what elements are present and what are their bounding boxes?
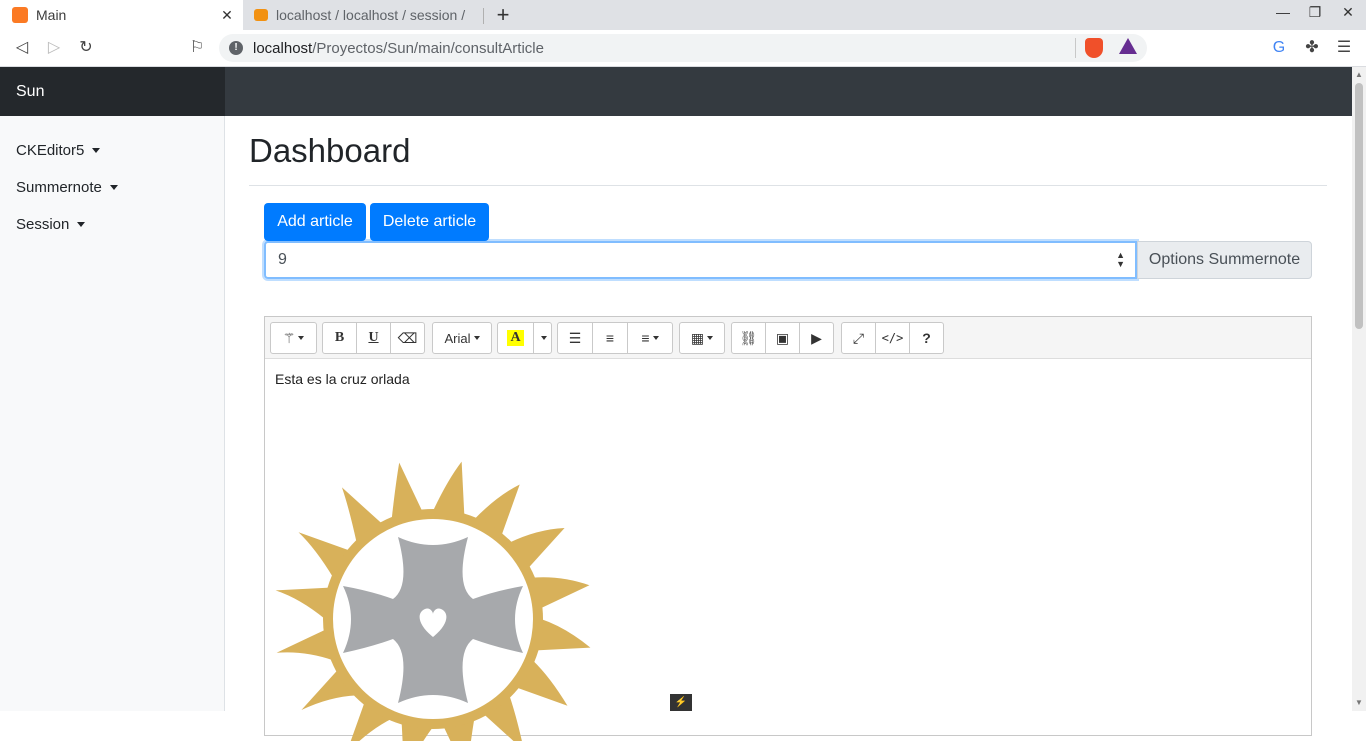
underline-icon[interactable]: U bbox=[356, 322, 391, 354]
editor-toolbar: ⚚ B U ⌫ Arial A ☰ ≡ ≡ ▦ ⛓ ▣ ▶ ⤢ </> ? bbox=[265, 317, 1311, 359]
minimize-icon[interactable]: — bbox=[1271, 4, 1295, 20]
add-article-button[interactable]: Add article bbox=[264, 203, 366, 241]
caret-down-icon bbox=[92, 148, 101, 153]
help-icon[interactable]: ? bbox=[909, 322, 944, 354]
divider bbox=[249, 185, 1327, 186]
phpmyadmin-icon bbox=[254, 9, 268, 21]
close-tab-icon[interactable]: ✕ bbox=[217, 7, 237, 24]
brave-rewards-icon[interactable] bbox=[1119, 38, 1137, 54]
sidebar-item-summernote[interactable]: Summernote bbox=[16, 179, 118, 196]
eraser-icon[interactable]: ⌫ bbox=[390, 322, 425, 354]
extensions-icon[interactable]: ✤ bbox=[1301, 37, 1323, 59]
bold-icon[interactable]: B bbox=[322, 322, 357, 354]
new-tab-icon[interactable]: + bbox=[492, 3, 514, 27]
fullscreen-icon[interactable]: ⤢ bbox=[841, 322, 876, 354]
summernote-editor: ⚚ B U ⌫ Arial A ☰ ≡ ≡ ▦ ⛓ ▣ ▶ ⤢ </> ? Es… bbox=[264, 316, 1312, 741]
caret-down-icon bbox=[109, 185, 118, 190]
select-arrows-icon: ▲ ▼ bbox=[1116, 250, 1125, 269]
unordered-list-icon[interactable]: ☰ bbox=[557, 322, 593, 354]
brave-shields-icon[interactable] bbox=[1085, 38, 1103, 58]
link-icon[interactable]: ⛓ bbox=[731, 322, 766, 354]
style-magic-icon[interactable]: ⚚ bbox=[270, 322, 317, 354]
brand[interactable]: Sun bbox=[0, 67, 225, 116]
code-view-icon[interactable]: </> bbox=[875, 322, 910, 354]
orle-ray bbox=[433, 461, 465, 516]
floating-tool-icon[interactable]: ⚡ bbox=[670, 694, 692, 711]
tab-separator bbox=[483, 8, 484, 24]
article-select[interactable]: 9 ▲ ▼ bbox=[264, 241, 1137, 279]
omnibox-separator bbox=[1075, 38, 1076, 58]
address-bar[interactable]: ! localhost/Proyectos/Sun/main/consultAr… bbox=[219, 34, 1147, 62]
tab-phpmyadmin[interactable]: localhost / localhost / session / bbox=[244, 0, 482, 30]
scroll-thumb[interactable] bbox=[1355, 83, 1363, 329]
orle-ray bbox=[536, 619, 591, 651]
tab-title: localhost / localhost / session / bbox=[276, 7, 466, 23]
scroll-down-icon[interactable]: ▼ bbox=[1355, 698, 1363, 707]
sidebar-item-ckeditor5[interactable]: CKEditor5 bbox=[16, 142, 101, 159]
highlight-icon[interactable]: A bbox=[497, 322, 534, 354]
page-scrollbar[interactable]: ▲ ▼ bbox=[1352, 67, 1366, 711]
reload-icon[interactable]: ↻ bbox=[74, 37, 98, 59]
editor-content-text[interactable]: Esta es la cruz orlada bbox=[275, 371, 410, 387]
paragraph-align-icon[interactable]: ≡ bbox=[627, 322, 673, 354]
cruz-orlada-image[interactable] bbox=[273, 441, 593, 741]
sidebar-item-session[interactable]: Session bbox=[16, 216, 86, 233]
scroll-up-icon[interactable]: ▲ bbox=[1355, 70, 1363, 79]
restore-icon[interactable]: ❐ bbox=[1303, 4, 1327, 21]
browser-nav-bar: ◁ ▷ ↻ ⚐ ! localhost/Proyectos/Sun/main/c… bbox=[0, 30, 1366, 67]
delete-article-button[interactable]: Delete article bbox=[370, 203, 489, 241]
sidebar-item-label: CKEditor5 bbox=[16, 142, 85, 159]
sidebar-item-label: Summernote bbox=[16, 179, 102, 196]
sidebar: CKEditor5 Summernote Session bbox=[0, 116, 225, 711]
xampp-icon bbox=[12, 7, 28, 23]
forward-icon[interactable]: ▷ bbox=[42, 37, 66, 59]
article-select-value: 9 bbox=[278, 251, 287, 268]
browser-tab-bar: Main ✕ localhost / localhost / session /… bbox=[0, 0, 1366, 30]
font-name-label: Arial bbox=[444, 330, 471, 346]
tab-main[interactable]: Main ✕ bbox=[0, 0, 243, 30]
ordered-list-icon[interactable]: ≡ bbox=[592, 322, 628, 354]
site-info-icon[interactable]: ! bbox=[229, 41, 243, 55]
picture-icon[interactable]: ▣ bbox=[765, 322, 800, 354]
orle-ray bbox=[275, 587, 330, 619]
tab-title: Main bbox=[36, 7, 67, 23]
bookmark-icon[interactable]: ⚐ bbox=[185, 37, 209, 59]
translate-icon[interactable]: G bbox=[1268, 37, 1290, 59]
back-icon[interactable]: ◁ bbox=[10, 37, 34, 59]
main-content: Dashboard Add article Delete article 9 ▲… bbox=[249, 116, 1327, 741]
caret-down-icon bbox=[77, 222, 86, 227]
url-text: localhost/Proyectos/Sun/main/consultArti… bbox=[253, 39, 544, 57]
color-caret-icon[interactable] bbox=[533, 322, 552, 354]
close-window-icon[interactable]: ✕ bbox=[1336, 4, 1360, 21]
sidebar-item-label: Session bbox=[16, 216, 70, 233]
page-title: Dashboard bbox=[249, 132, 411, 169]
menu-icon[interactable]: ☰ bbox=[1333, 37, 1355, 59]
video-icon[interactable]: ▶ bbox=[799, 322, 834, 354]
page: Sun CKEditor5 Summernote Session Dashboa… bbox=[0, 67, 1352, 741]
table-icon[interactable]: ▦ bbox=[679, 322, 725, 354]
options-summernote-button[interactable]: Options Summernote bbox=[1137, 241, 1312, 279]
font-name-dropdown[interactable]: Arial bbox=[432, 322, 492, 354]
top-navbar: Sun bbox=[0, 67, 1352, 116]
